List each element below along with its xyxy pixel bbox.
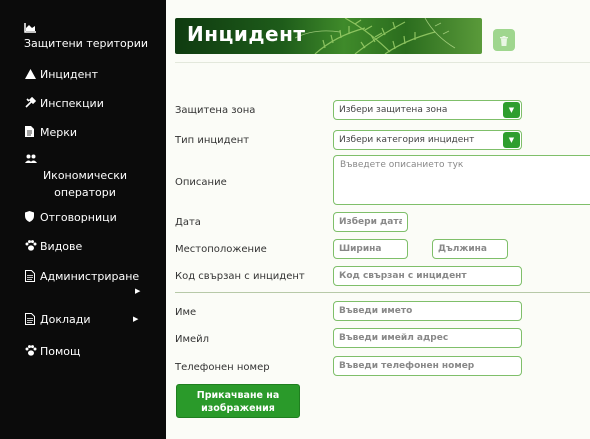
sidebar-item-economic-operators[interactable]: Икономически оператори: [0, 154, 166, 200]
sidebar-item-label: Доклади: [40, 313, 91, 326]
sidebar-item-measures[interactable]: Мерки: [0, 126, 166, 140]
description-textarea[interactable]: [333, 155, 590, 205]
users-icon: [25, 154, 37, 166]
chevron-right-icon: ▶: [135, 287, 141, 295]
delete-button[interactable]: [493, 29, 515, 51]
longitude-input[interactable]: [432, 239, 508, 259]
email-label: Имейл: [175, 334, 210, 345]
chevron-down-icon[interactable]: ▼: [503, 132, 520, 148]
protected-area-label: Защитена зона: [175, 105, 256, 116]
sidebar-item-label: Мерки: [40, 126, 78, 139]
description-label: Описание: [175, 177, 227, 188]
incident-type-selected-value: Избери категория инцидент: [339, 135, 475, 145]
warning-icon: [25, 69, 37, 81]
divider: [175, 62, 590, 63]
sidebar-item-label: Икономически оператори: [40, 167, 130, 201]
sidebar-item-inspections[interactable]: Инспекции: [0, 96, 166, 111]
sidebar-item-help[interactable]: Помощ: [0, 345, 166, 359]
sidebar-item-label: Администриране: [40, 270, 140, 283]
sidebar-item-reports[interactable]: Доклади ▶: [0, 313, 166, 327]
date-label: Дата: [175, 217, 201, 228]
trash-icon: [500, 31, 508, 50]
sidebar-item-label: Помощ: [40, 345, 81, 358]
date-input[interactable]: [333, 212, 408, 232]
main-content: Инцидент Защитена зона Избери защитена з…: [166, 0, 590, 439]
name-input[interactable]: [333, 301, 522, 321]
name-label: Име: [175, 307, 197, 318]
sidebar-item-label: Инцидент: [40, 68, 99, 81]
incident-type-select[interactable]: Избери категория инцидент ▼: [333, 130, 522, 150]
upload-images-button[interactable]: Прикачване на изображения: [176, 384, 300, 418]
file-text-icon: [25, 313, 37, 325]
protected-area-select[interactable]: Избери защитена зона ▼: [333, 100, 522, 120]
sidebar-item-label: Отговорници: [40, 211, 117, 224]
phone-input[interactable]: [333, 356, 522, 376]
file-text-icon: [25, 270, 37, 282]
page-title: Инцидент: [187, 22, 306, 46]
sidebar-item-label: Видове: [40, 240, 83, 253]
sidebar-item-incident[interactable]: Инцидент: [0, 68, 166, 82]
incident-code-input[interactable]: [333, 266, 522, 286]
sidebar-item-label-line1: Икономически: [42, 169, 128, 182]
phone-label: Телефонен номер: [175, 362, 270, 373]
email-input[interactable]: [333, 328, 522, 348]
area-chart-icon: [24, 22, 36, 34]
sidebar-item-label: Инспекции: [40, 97, 104, 110]
document-icon: [25, 126, 37, 138]
divider: [175, 292, 590, 293]
sidebar-item-species[interactable]: Видове: [0, 240, 166, 254]
paw-icon: [25, 345, 37, 357]
location-label: Местоположение: [175, 244, 267, 255]
chevron-right-icon: ▶: [133, 315, 139, 323]
sidebar-item-protected-areas[interactable]: Защитени територии: [0, 22, 166, 56]
shield-icon: [25, 211, 37, 223]
fern-leaves-image: [295, 18, 456, 54]
tools-icon: [25, 96, 37, 109]
page-banner: Инцидент: [175, 18, 482, 54]
incident-type-label: Тип инцидент: [175, 135, 250, 146]
upload-images-label-line1: Прикачване на: [196, 390, 280, 401]
sidebar-item-responsible[interactable]: Отговорници: [0, 211, 166, 225]
sidebar-item-label: Защитени територии: [24, 37, 149, 50]
protected-area-selected-value: Избери защитена зона: [339, 105, 448, 115]
chevron-down-icon[interactable]: ▼: [503, 102, 520, 118]
sidebar: Защитени територии Инцидент Инспекции Ме…: [0, 0, 166, 439]
paw-icon: [25, 240, 37, 252]
sidebar-item-label-line2: оператори: [54, 186, 116, 199]
sidebar-item-administration[interactable]: Администриране ▶: [0, 270, 166, 296]
latitude-input[interactable]: [333, 239, 408, 259]
incident-code-label: Код свързан с инцидент: [175, 271, 305, 282]
upload-images-label-line2: изображения: [201, 403, 275, 414]
